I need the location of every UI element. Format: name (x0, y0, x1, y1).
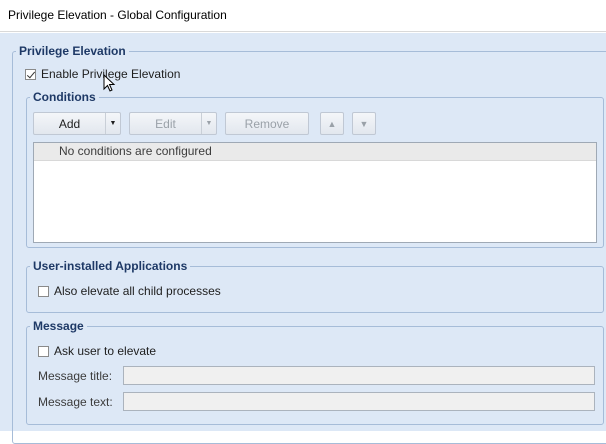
add-button[interactable]: Add ▼ (33, 112, 121, 135)
move-down-button[interactable]: ▼ (352, 112, 376, 135)
triangle-down-icon: ▼ (359, 118, 369, 129)
edit-dropdown-arrow-icon[interactable]: ▼ (201, 113, 216, 134)
conditions-list[interactable]: No conditions are configured (33, 142, 597, 243)
move-up-button[interactable]: ▲ (320, 112, 344, 135)
enable-elevation-checkbox[interactable] (25, 68, 36, 80)
ask-user-label[interactable]: Ask user to elevate (54, 344, 156, 358)
privilege-elevation-legend: Privilege Elevation (19, 44, 126, 58)
message-title-input[interactable] (123, 366, 595, 385)
message-text-label: Message text: (38, 395, 113, 409)
user-installed-apps-legend: User-installed Applications (33, 259, 188, 273)
ask-user-checkbox[interactable] (38, 345, 49, 357)
window-title: Privilege Elevation - Global Configurati… (8, 8, 227, 22)
remove-button[interactable]: Remove (225, 112, 309, 135)
child-processes-label[interactable]: Also elevate all child processes (54, 284, 221, 298)
conditions-legend: Conditions (33, 90, 96, 104)
child-processes-checkbox[interactable] (38, 285, 49, 297)
window-title-bar: Privilege Elevation - Global Configurati… (0, 0, 606, 32)
message-legend: Message (33, 319, 84, 333)
edit-button-label: Edit (155, 116, 176, 131)
message-title-label: Message title: (38, 369, 113, 383)
remove-button-label: Remove (244, 116, 290, 131)
child-processes-row[interactable]: Also elevate all child processes (38, 284, 221, 298)
conditions-list-empty-message: No conditions are configured (34, 143, 596, 161)
dialog-content: Privilege Elevation Enable Privilege Ele… (0, 33, 606, 444)
triangle-up-icon: ▲ (327, 118, 337, 129)
ask-user-row[interactable]: Ask user to elevate (38, 344, 156, 358)
add-button-label: Add (58, 116, 81, 131)
mouse-cursor-icon (103, 74, 116, 92)
edit-button[interactable]: Edit ▼ (129, 112, 217, 135)
message-text-input[interactable] (123, 392, 595, 411)
add-dropdown-arrow-icon[interactable]: ▼ (105, 113, 120, 134)
